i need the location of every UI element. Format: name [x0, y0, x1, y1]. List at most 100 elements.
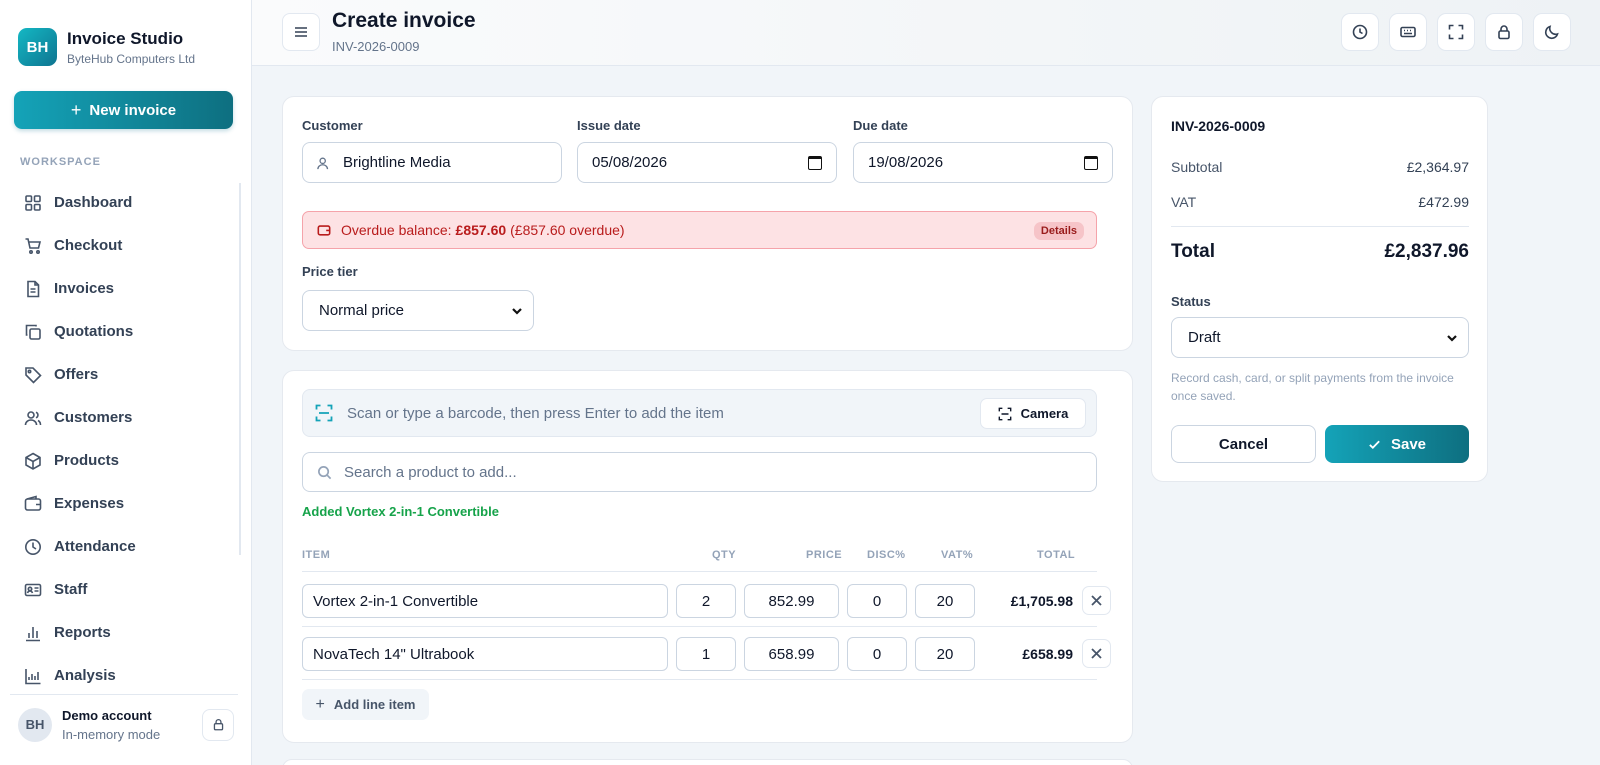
issue-date-field[interactable]: 05/08/2026 [577, 142, 837, 183]
sidebar-item-label: Expenses [54, 495, 125, 512]
issue-date-label: Issue date [577, 118, 641, 133]
cart-icon [25, 237, 42, 254]
price-input[interactable]: 658.99 [744, 637, 839, 671]
customer-field[interactable]: Brightline Media [302, 142, 562, 183]
new-invoice-button[interactable]: + New invoice [14, 91, 233, 129]
close-icon [1091, 648, 1102, 659]
toolbar [1331, 13, 1571, 51]
lock-screen-button[interactable] [1485, 13, 1523, 51]
brand: BH Invoice Studio ByteHub Computers Ltd [18, 28, 195, 66]
brand-name: Invoice Studio [67, 28, 184, 48]
sidebar-item-label: Customers [54, 409, 133, 426]
sidebar-item-attendance[interactable]: Attendance [14, 525, 236, 568]
price-tier-select[interactable]: Normal price [302, 290, 534, 331]
item-name-input[interactable]: NovaTech 14" Ultrabook [302, 637, 668, 671]
sidebar-item-expenses[interactable]: Expenses [14, 482, 236, 525]
calendar-icon[interactable] [808, 155, 822, 170]
sidebar-item-dashboard[interactable]: Dashboard [14, 181, 236, 224]
cancel-button[interactable]: Cancel [1171, 425, 1316, 463]
sidebar-item-checkout[interactable]: Checkout [14, 224, 236, 267]
sidebar-item-offers[interactable]: Offers [14, 353, 236, 396]
top-bar: Create invoice INV-2026-0009 [252, 0, 1600, 66]
status-select[interactable]: Draft [1171, 317, 1469, 358]
history-button[interactable] [1341, 13, 1379, 51]
column-header-price: PRICE [806, 549, 843, 561]
remove-row-button[interactable] [1082, 586, 1111, 615]
chevron-down-icon [1447, 335, 1457, 342]
account-name: Demo account [62, 707, 152, 723]
qty-input[interactable]: 2 [676, 584, 736, 618]
id-card-icon [24, 583, 42, 596]
sidebar-item-analysis[interactable]: Analysis [14, 654, 236, 697]
lock-icon [213, 718, 223, 731]
sidebar-item-quotations[interactable]: Quotations [14, 310, 236, 353]
avatar: BH [18, 707, 52, 742]
keyboard-shortcuts-button[interactable] [1389, 13, 1427, 51]
qty-input[interactable]: 1 [676, 637, 736, 671]
camera-button[interactable]: Camera [980, 398, 1086, 429]
theme-toggle-button[interactable] [1533, 13, 1571, 51]
history-icon [1352, 24, 1368, 40]
discount-input[interactable]: 0 [847, 637, 907, 671]
scan-placeholder: Scan or type a barcode, then press Enter… [347, 404, 724, 422]
line-items-card: Scan or type a barcode, then press Enter… [282, 370, 1133, 743]
subtotal-value: £2,364.97 [1406, 159, 1469, 175]
tag-icon [25, 366, 42, 384]
vat-value: £472.99 [1418, 194, 1469, 210]
due-date-value: 19/08/2026 [868, 154, 944, 171]
column-header-disc: DISC% [867, 549, 906, 561]
brand-company: ByteHub Computers Ltd [67, 51, 196, 66]
users-icon [24, 410, 42, 425]
subtotal-label: Subtotal [1171, 159, 1223, 175]
sidebar-item-label: Checkout [54, 237, 123, 254]
vat-input[interactable]: 20 [915, 584, 975, 618]
sidebar-item-label: Invoices [54, 280, 115, 297]
sidebar-item-customers[interactable]: Customers [14, 396, 236, 439]
camera-label: Camera [1020, 406, 1069, 421]
column-header-vat: VAT% [941, 549, 974, 561]
vat-row: VAT £472.99 [1171, 194, 1469, 210]
fullscreen-icon [1448, 24, 1464, 40]
discount-input[interactable]: 0 [847, 584, 907, 618]
barcode-scan-input[interactable]: Scan or type a barcode, then press Enter… [302, 389, 1097, 437]
price-input[interactable]: 852.99 [744, 584, 839, 618]
lock-button[interactable] [202, 708, 234, 741]
menu-toggle-button[interactable] [282, 13, 320, 51]
calendar-icon[interactable] [1084, 155, 1098, 170]
plus-icon: + [70, 99, 82, 120]
close-icon [1091, 595, 1102, 606]
add-line-item-button[interactable]: + Add line item [302, 689, 429, 720]
check-icon [1369, 440, 1380, 449]
vat-input[interactable]: 20 [915, 637, 975, 671]
due-date-field[interactable]: 19/08/2026 [853, 142, 1113, 183]
save-label: Save [1390, 435, 1427, 453]
sidebar-scrollbar[interactable] [239, 183, 241, 555]
sidebar-item-label: Dashboard [54, 194, 133, 211]
page-title: Create invoice [332, 9, 476, 32]
item-name-input[interactable]: Vortex 2-in-1 Convertible [302, 584, 668, 618]
wallet-icon [317, 225, 331, 236]
row-total: £658.99 [1022, 646, 1073, 662]
sidebar-item-invoices[interactable]: Invoices [14, 267, 236, 310]
remove-row-button[interactable] [1082, 639, 1111, 668]
total-value: £2,837.96 [1384, 241, 1469, 262]
total-label: Total [1171, 241, 1215, 262]
total-row: Total £2,837.96 [1171, 241, 1469, 263]
sidebar-item-products[interactable]: Products [14, 439, 236, 482]
details-button[interactable]: Details [1033, 222, 1084, 240]
file-icon [27, 280, 40, 297]
vat-label: VAT [1171, 194, 1197, 210]
overdue-prefix: Overdue balance: [341, 222, 452, 238]
fullscreen-button[interactable] [1437, 13, 1475, 51]
overdue-amount: £857.60 [455, 222, 507, 238]
sidebar-item-staff[interactable]: Staff [14, 568, 236, 611]
search-icon [318, 465, 332, 479]
sidebar-nav: Dashboard Checkout Invoices Quotations O… [14, 181, 236, 697]
moon-icon [1544, 25, 1559, 40]
product-search-input[interactable]: Search a product to add... [302, 452, 1097, 492]
sidebar-item-reports[interactable]: Reports [14, 611, 236, 654]
overdue-alert: Overdue balance: £857.60 (£857.60 overdu… [302, 211, 1097, 249]
payment-hint: Record cash, card, or split payments fro… [1171, 371, 1454, 403]
save-button[interactable]: Save [1325, 425, 1469, 463]
brand-logo: BH [18, 28, 57, 66]
